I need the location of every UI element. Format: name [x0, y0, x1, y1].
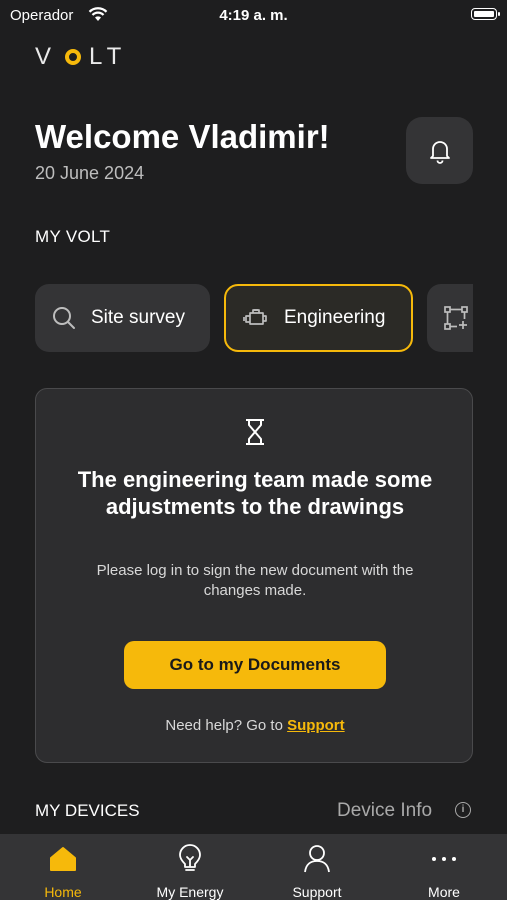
status-bar: Operador 4:19 a. m.	[0, 0, 507, 32]
nav-home[interactable]: Home	[0, 834, 126, 900]
home-icon	[50, 847, 76, 871]
logo-letters-lt: LT	[89, 43, 128, 70]
welcome-title: Welcome Vladimir!	[35, 118, 330, 155]
user-icon-wrap	[302, 844, 332, 874]
battery-icon	[471, 8, 500, 20]
lightbulb-icon-wrap	[175, 844, 205, 874]
more-dots-icon-wrap	[429, 844, 459, 874]
logo-o-mark	[65, 49, 82, 65]
lightbulb-icon	[179, 844, 201, 871]
nav-support[interactable]: Support	[254, 834, 380, 900]
nav-more[interactable]: More	[381, 834, 507, 900]
bell-icon	[429, 140, 450, 164]
engine-icon	[243, 309, 267, 325]
card-body: Please log in to sign the new document w…	[96, 562, 414, 599]
user-icon	[304, 845, 330, 873]
tab-site-survey[interactable]: Site survey	[35, 284, 210, 352]
tab-site-survey-label: Site survey	[91, 307, 185, 328]
my-volt-heading: MY VOLT	[35, 227, 111, 246]
nav-more-label: More	[428, 884, 460, 900]
nav-home-label: Home	[44, 884, 82, 900]
nav-my-energy[interactable]: My Energy	[127, 834, 253, 900]
my-devices-heading: MY DEVICES	[35, 801, 140, 820]
status-time: 4:19 a. m.	[219, 7, 288, 24]
volt-logo: V LT	[35, 43, 128, 70]
tab-engineering-label: Engineering	[284, 307, 386, 328]
device-info-link[interactable]: Device Info	[337, 800, 432, 822]
current-date: 20 June 2024	[35, 163, 145, 183]
engineering-notice-card: The engineering team made some adjustmen…	[35, 388, 473, 763]
nav-support-label: Support	[292, 884, 342, 900]
bottom-navigation: Home My Energy Support More	[0, 834, 507, 900]
info-icon[interactable]: i	[455, 802, 471, 818]
tab-next-stage[interactable]	[427, 284, 473, 352]
more-dots-icon	[432, 857, 456, 861]
search-icon	[53, 307, 75, 329]
tab-engineering[interactable]: Engineering	[224, 284, 413, 352]
bounding-box-add-icon	[444, 306, 468, 330]
support-link[interactable]: Support	[287, 717, 345, 734]
my-volt-tabs: Site survey Engineering	[35, 284, 473, 352]
go-to-documents-button[interactable]: Go to my Documents	[124, 641, 386, 689]
help-text: Need help? Go to Support	[36, 717, 474, 734]
home-icon-wrap	[48, 844, 78, 874]
notifications-button[interactable]	[406, 117, 473, 184]
help-prefix: Need help? Go to	[165, 717, 288, 734]
nav-my-energy-label: My Energy	[156, 884, 224, 900]
logo-letter-v: V	[35, 43, 58, 70]
card-title: The engineering team made some adjustmen…	[77, 467, 433, 519]
hourglass-icon	[246, 419, 264, 445]
